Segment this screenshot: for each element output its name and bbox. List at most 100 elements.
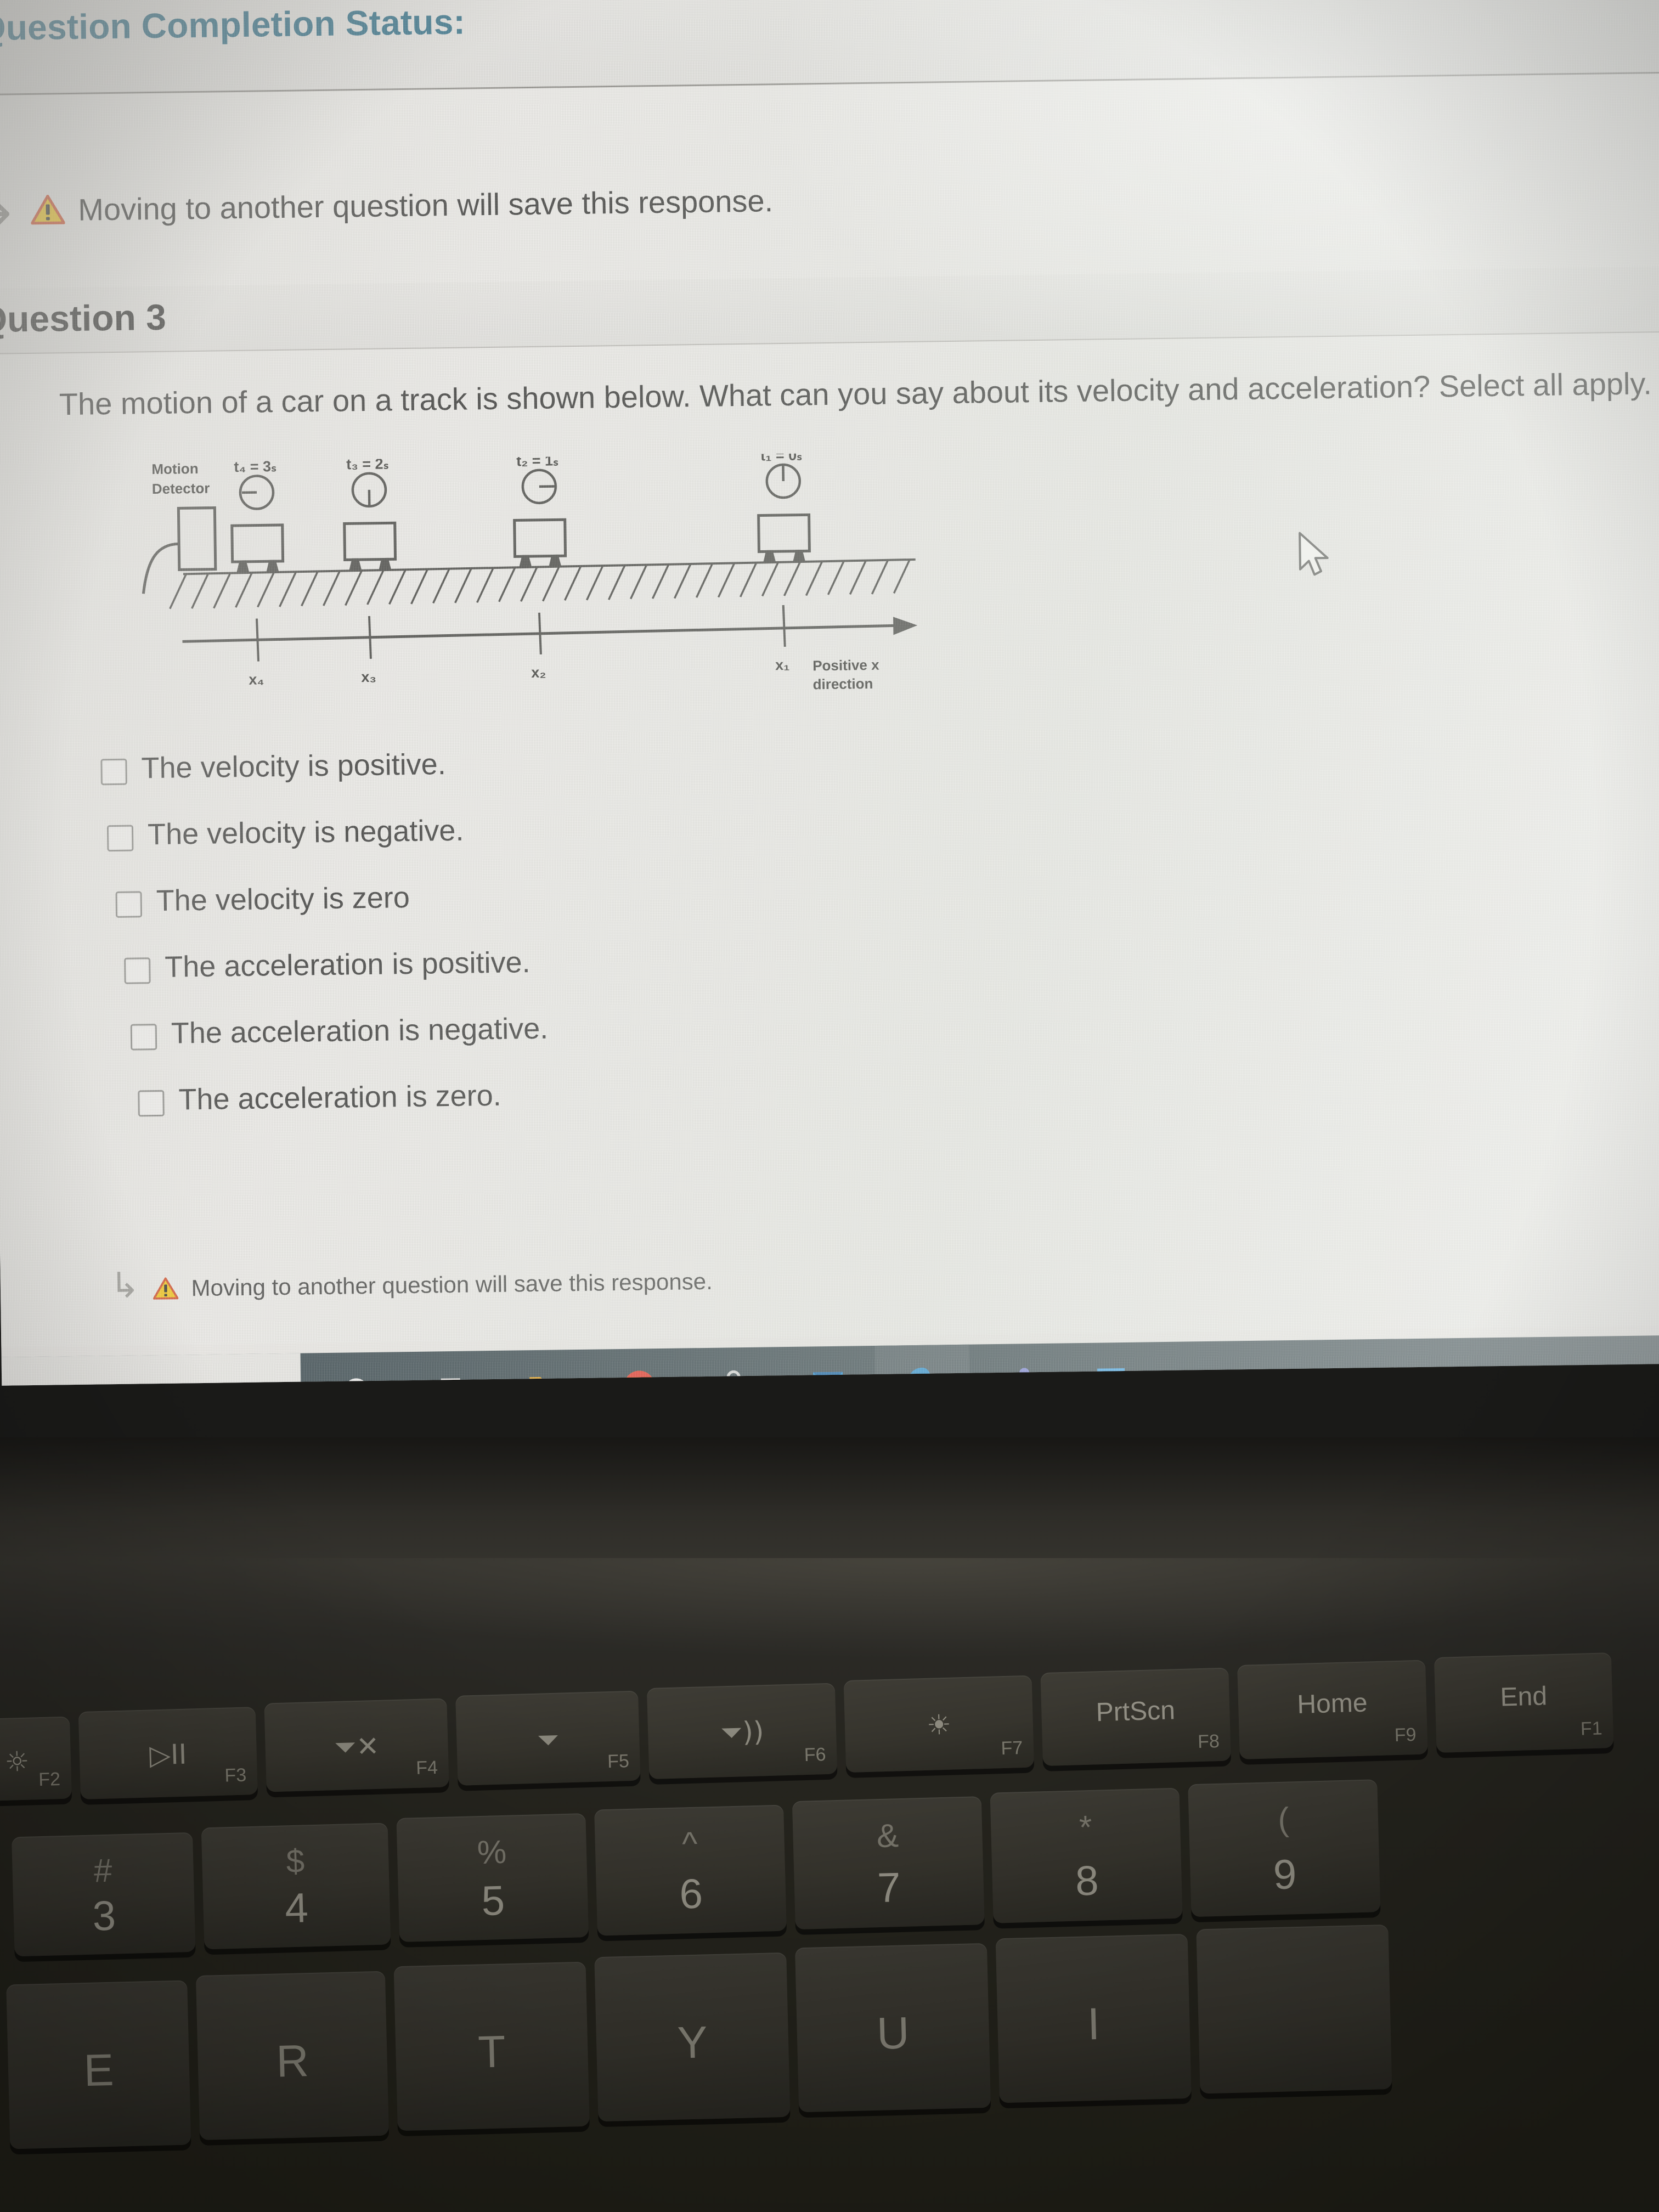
time-label-t4: t₄ = 3ₛ [234,458,276,475]
key-f2[interactable]: ☼ F2 [0,1716,72,1802]
key-f10[interactable]: End F1 [1434,1652,1614,1753]
taskbar-teams-button[interactable] [969,1343,1064,1386]
key-3-digit: 3 [92,1892,117,1940]
option-label: The acceleration is negative. [171,1012,549,1050]
key-5[interactable]: % 5 [396,1813,589,1942]
axis-direction-line2: direction [812,675,873,692]
taskbar-icon-strip [309,1342,1159,1386]
warning-triangle-icon [153,1277,179,1301]
key-3[interactable]: # 3 [12,1832,196,1957]
taskbar-edge-button[interactable] [874,1344,970,1386]
taskbar-chrome-button[interactable] [591,1348,687,1386]
taskbar-left-spacer [1,1353,302,1386]
mouse-pointer-icon [1295,531,1332,582]
option-velocity-zero[interactable]: The velocity is zero [115,873,1090,918]
key-f9-label: F9 [1394,1724,1417,1746]
taskbar-cortana-button[interactable] [309,1352,404,1386]
microsoft-teams-icon [1000,1365,1034,1386]
checkbox-velocity-negative[interactable] [106,825,134,852]
checkbox-velocity-positive[interactable] [100,758,127,786]
key-4-digit: 4 [284,1884,309,1932]
position-label-x1: x₁ [775,657,790,673]
question-completion-status-label: Question Completion Status: [0,2,466,48]
key-4-symbol: $ [285,1842,305,1880]
key-e[interactable]: E [6,1980,191,2149]
key-f3[interactable]: ▷II F3 [78,1707,258,1800]
key-u-letter: U [876,2008,910,2059]
answer-options-list: The velocity is positive. The velocity i… [100,741,1093,1152]
file-explorer-icon [528,1372,562,1386]
task-view-icon [435,1374,467,1386]
key-f7[interactable]: ☀ F7 [843,1675,1035,1773]
checkbox-acceleration-zero[interactable] [138,1090,165,1117]
cortana-icon [341,1374,372,1386]
option-acceleration-positive[interactable]: The acceleration is positive. [124,940,1091,984]
option-label: The velocity is zero [156,881,410,918]
key-f10-word: End [1499,1681,1548,1712]
key-t-letter: T [477,2027,506,2078]
key-8[interactable]: * 8 [990,1787,1183,1923]
exam-page-body: Question Completion Status: ↳ Moving to … [0,0,1659,1347]
key-f2-label: F2 [38,1769,61,1791]
key-o[interactable] [1196,1924,1392,2094]
option-acceleration-negative[interactable]: The acceleration is negative. [130,1006,1092,1051]
checkbox-velocity-zero[interactable] [115,891,143,918]
time-label-t3: t₃ = 2ₛ [346,455,389,472]
key-y[interactable]: Y [594,1952,791,2122]
microsoft-edge-icon [905,1365,940,1386]
key-3-symbol: # [93,1852,113,1889]
time-label-t2: t₂ = 1ₛ [516,452,558,469]
checkbox-acceleration-negative[interactable] [130,1024,157,1051]
position-label-x4: x₄ [249,671,264,687]
key-6[interactable]: ^ 6 [594,1804,787,1936]
position-label-x2: x₂ [531,664,546,681]
option-label: The acceleration is positive. [164,946,531,984]
key-4[interactable]: $ 4 [201,1822,391,1950]
key-f8[interactable]: PrtScn F8 [1040,1667,1231,1767]
laptop-screen-photo: Question Completion Status: ↳ Moving to … [0,0,1659,2212]
key-r-letter: R [275,2036,309,2087]
warning-triangle-icon [31,194,66,225]
key-f10-label: F1 [1580,1718,1603,1740]
google-chrome-icon [623,1369,656,1386]
key-9-symbol: ( [1277,1801,1290,1838]
key-f9-word: Home [1296,1688,1368,1720]
key-f5[interactable]: ⏷ F5 [455,1690,641,1786]
position-label-x3: x₃ [361,669,376,685]
save-warning-top-text: Moving to another question will save thi… [77,183,774,227]
option-label: The acceleration is zero. [178,1079,502,1116]
microsoft-store-icon [718,1368,749,1386]
key-i[interactable]: I [995,1933,1192,2103]
save-warning-top: ↳ Moving to another question will save t… [0,175,774,236]
key-t[interactable]: T [393,1961,590,2131]
key-9[interactable]: ( 9 [1188,1779,1381,1917]
key-y-letter: Y [676,2017,708,2068]
key-f5-label: F5 [607,1751,630,1773]
option-velocity-positive[interactable]: The velocity is positive. [100,741,1088,786]
key-f6-label: F6 [804,1744,827,1766]
key-f4[interactable]: ⏷✕ F4 [264,1698,449,1792]
taskbar-photos-button[interactable] [1063,1342,1159,1386]
key-f9[interactable]: Home F9 [1237,1660,1428,1759]
option-velocity-negative[interactable]: The velocity is negative. [106,807,1090,852]
return-arrow-icon: ↳ [0,177,18,237]
axis-direction-line1: Positive x [812,657,879,674]
key-r[interactable]: R [195,1971,390,2140]
keyboard-number-row: # 3 $ 4 % 5 ^ 6 & 7 * 8 (9 [0,1773,1640,1957]
photos-icon [1095,1364,1127,1386]
key-f8-word: PrtScn [1096,1695,1176,1727]
taskbar-microsoft-store-button[interactable] [686,1347,781,1386]
question-completion-status-bar: Question Completion Status: [0,0,1659,95]
checkbox-acceleration-positive[interactable] [124,957,151,984]
key-e-letter: E [83,2045,115,2096]
mail-icon [811,1368,845,1386]
taskbar-mail-button[interactable] [780,1346,876,1386]
key-f6[interactable]: ⏷)) F6 [647,1683,838,1780]
taskbar-task-view-button[interactable] [403,1351,499,1386]
key-u[interactable]: U [794,1943,991,2113]
option-acceleration-zero[interactable]: The acceleration is zero. [138,1073,1093,1117]
motion-diagram-figure: Motion Detector t₄ = 3ₛ t₃ = 2ₛ t₂ = 1ₛ … [129,452,956,715]
key-6-digit: 6 [679,1870,703,1918]
key-7[interactable]: & 7 [792,1796,985,1930]
taskbar-file-explorer-button[interactable] [497,1350,592,1386]
